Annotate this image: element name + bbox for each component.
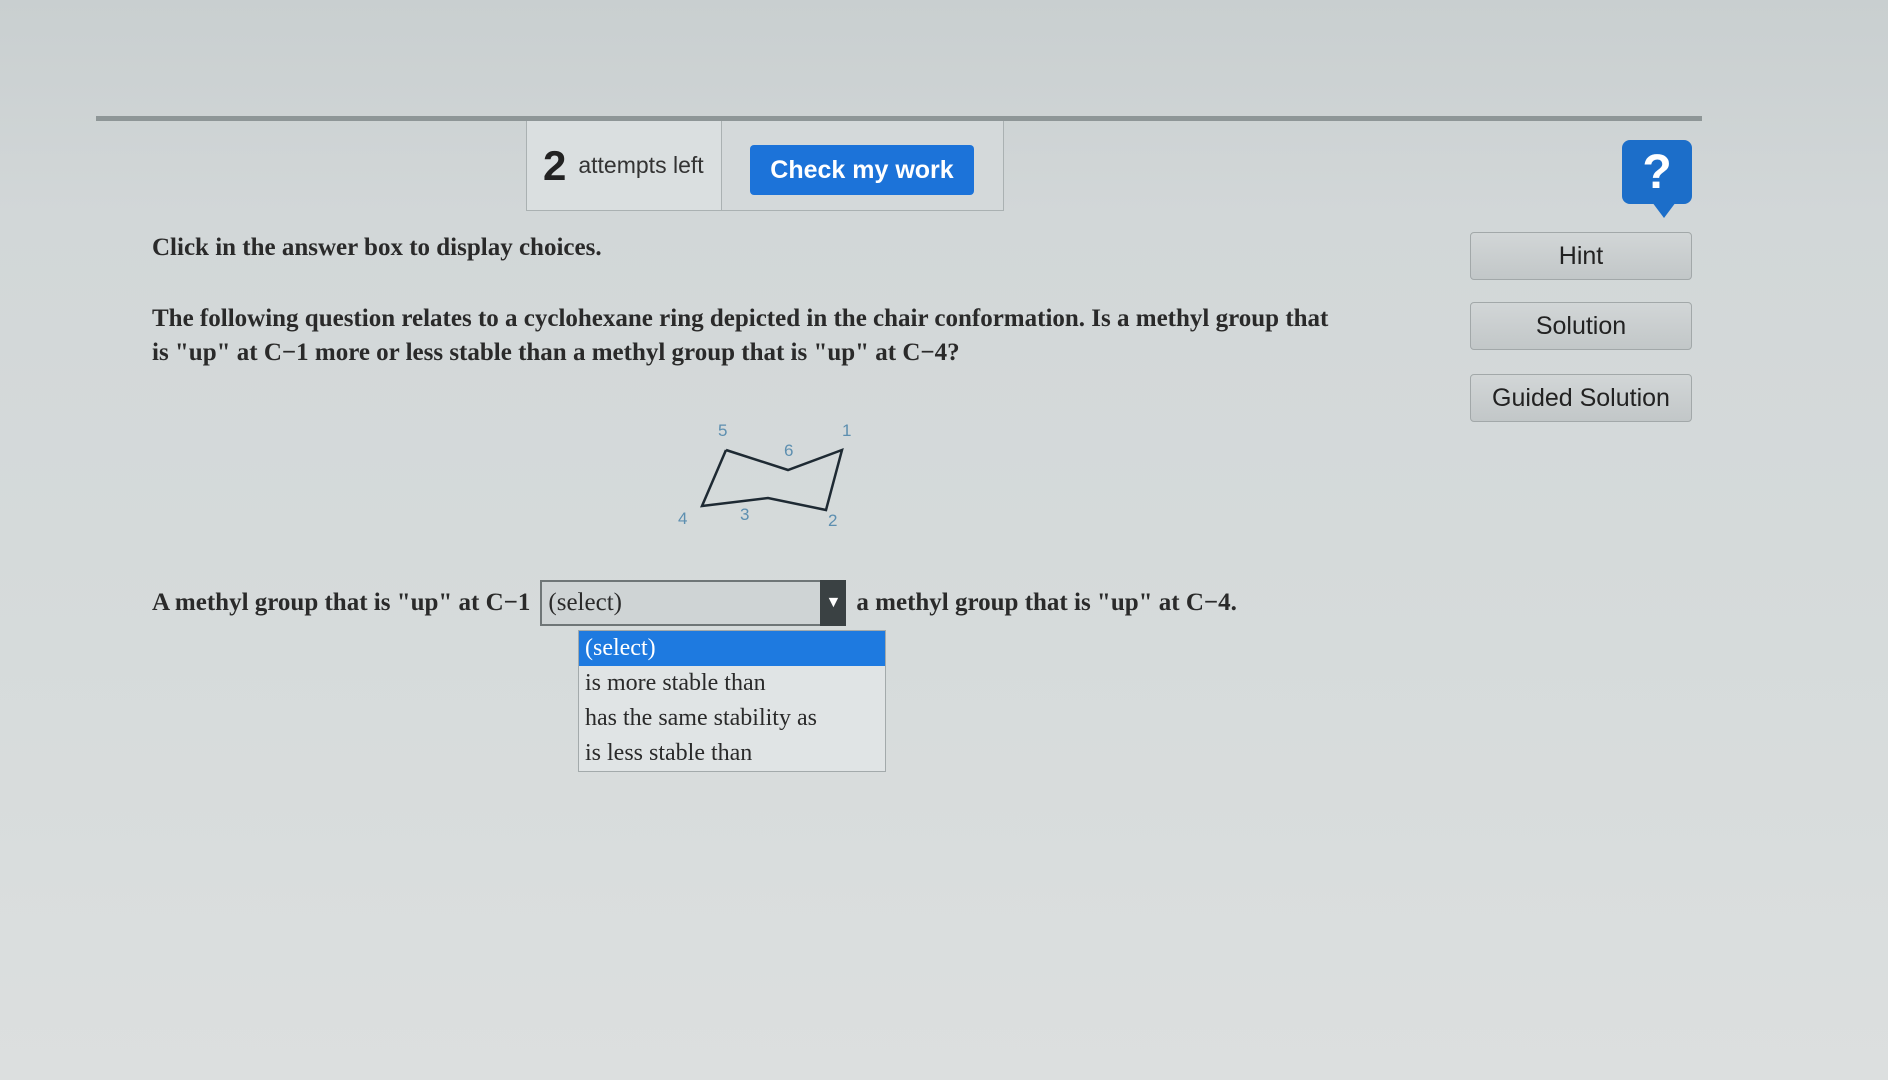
- select-option-more-stable[interactable]: is more stable than: [579, 666, 885, 701]
- select-option-less-stable[interactable]: is less stable than: [579, 736, 885, 771]
- carbon-4-label: 4: [678, 509, 687, 528]
- attempts-label: attempts left: [578, 152, 704, 178]
- answer-row: A methyl group that is "up" at C−1 (sele…: [152, 580, 1237, 626]
- check-work-area: Check my work: [722, 121, 1004, 211]
- select-option-placeholder[interactable]: (select): [579, 631, 885, 666]
- attempts-counter: 2 attempts left: [526, 121, 722, 211]
- select-current-value: (select): [548, 589, 622, 616]
- hint-button[interactable]: Hint: [1470, 232, 1692, 280]
- select-dropdown-list: (select) is more stable than has the sam…: [578, 630, 886, 772]
- stability-select[interactable]: (select) ▼: [540, 580, 847, 626]
- carbon-5-label: 5: [718, 421, 727, 440]
- help-question-icon[interactable]: ?: [1622, 140, 1692, 218]
- solution-button[interactable]: Solution: [1470, 302, 1692, 350]
- cyclohexane-chair-diagram: 5 6 1 2 3 4: [668, 414, 868, 544]
- carbon-1-label: 1: [842, 421, 851, 440]
- page: 2 attempts left Check my work ? Hint Sol…: [0, 0, 1888, 1080]
- chair-svg: 5 6 1 2 3 4: [678, 421, 851, 530]
- guided-solution-button[interactable]: Guided Solution: [1470, 374, 1692, 422]
- answer-prefix: A methyl group that is "up" at C−1: [152, 589, 531, 616]
- instruction-text: Click in the answer box to display choic…: [152, 234, 602, 261]
- answer-suffix: a methyl group that is "up" at C−4.: [856, 589, 1237, 616]
- chair-ring: [699, 447, 844, 512]
- check-my-work-button[interactable]: Check my work: [750, 145, 974, 195]
- carbon-2-label: 2: [828, 511, 837, 530]
- attempts-count: 2: [543, 141, 567, 189]
- question-text: The following question relates to a cycl…: [152, 305, 1329, 366]
- triangle-down-icon[interactable]: ▼: [820, 580, 847, 626]
- carbon-6-label: 6: [784, 441, 793, 460]
- carbon-3-label: 3: [740, 505, 749, 524]
- select-option-same-stability[interactable]: has the same stability as: [579, 701, 885, 736]
